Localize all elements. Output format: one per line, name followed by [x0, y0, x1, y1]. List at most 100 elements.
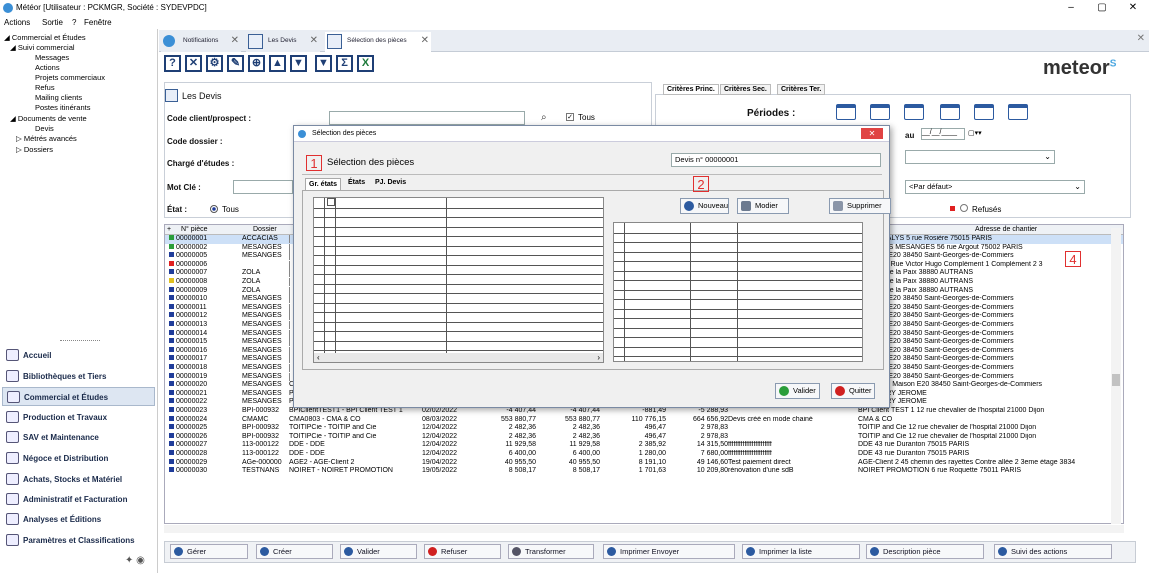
modifier-button[interactable]: Modier: [737, 198, 789, 214]
column-header-dossier[interactable]: Dossier: [253, 225, 277, 235]
tous-radio[interactable]: [210, 205, 218, 213]
date-to-input[interactable]: __/__/____: [921, 128, 965, 140]
down-icon[interactable]: ▼: [290, 55, 307, 72]
calendar-dropdown-icon[interactable]: ▢▾▾: [968, 129, 982, 137]
criteres-tab[interactable]: Critères Princ.: [663, 84, 719, 95]
table-row[interactable]: 00000027 113-000122 DDE - DDE 12/04/2022 11 …: [165, 441, 1123, 450]
dialog-tab-etats[interactable]: États: [348, 179, 365, 186]
tree-item[interactable]: ◢ Commercial et Études: [4, 33, 86, 42]
column-header-adresse[interactable]: Adresse de chantier: [975, 225, 1037, 235]
criteria-select[interactable]: ⌄: [905, 150, 1055, 164]
menu-sortie[interactable]: Sortie: [42, 18, 63, 27]
tree-item[interactable]: Actions: [35, 63, 60, 72]
table-row[interactable]: 00000028 113-000122 DDE - DDE 12/04/2022 6 4…: [165, 450, 1123, 459]
pin-icon[interactable]: ✦ ◉: [125, 555, 145, 566]
search-icon[interactable]: ⌕: [541, 112, 547, 123]
tab-close-icon[interactable]: ✕: [421, 32, 429, 50]
left-grid-hscroll[interactable]: ‹ ›: [314, 353, 603, 362]
tab-close-icon[interactable]: ✕: [310, 32, 318, 50]
nav-section-button[interactable]: Commercial et Études: [2, 387, 155, 406]
action-button[interactable]: Imprimer Envoyer: [603, 544, 735, 559]
left-grid-checkbox[interactable]: [327, 198, 335, 206]
mot-cle-input[interactable]: [233, 180, 293, 194]
period-calendar-icon[interactable]: [870, 104, 890, 120]
nav-section-button[interactable]: Négoce et Distribution: [2, 449, 155, 468]
tree-item[interactable]: ▷ Dossiers: [16, 145, 53, 154]
table-row[interactable]: 00000026 BPI-000932 TOITIPCie - TOITIP and…: [165, 432, 1123, 442]
table-row[interactable]: 00000024 CMAMC CMA0803 - CMA & CO 08/03/202…: [165, 415, 1123, 425]
dialog-tab-pj-devis[interactable]: PJ. Devis: [375, 179, 406, 186]
tree-item[interactable]: Devis: [35, 124, 54, 133]
delete-icon[interactable]: ✕: [185, 55, 202, 72]
left-states-grid[interactable]: ‹ ›: [313, 197, 604, 363]
tree-item[interactable]: ◢ Documents de vente: [10, 114, 87, 123]
par-defaut-select[interactable]: <Par défaut> ⌄: [905, 180, 1085, 194]
column-header-numero[interactable]: N° pièce: [181, 225, 208, 235]
action-button[interactable]: Imprimer la liste: [742, 544, 860, 559]
period-calendar-icon[interactable]: [904, 104, 924, 120]
nav-section-button[interactable]: Paramètres et Classifications: [2, 531, 155, 550]
grid-hscroll[interactable]: [164, 525, 1124, 533]
right-states-grid[interactable]: [613, 222, 863, 362]
nav-section-button[interactable]: Production et Travaux: [2, 408, 155, 427]
action-button[interactable]: Transformer: [508, 544, 594, 559]
tree-item[interactable]: Mailing clients: [35, 93, 82, 102]
minimize-button[interactable]: –: [1056, 0, 1086, 16]
grid-vscroll-thumb[interactable]: [1112, 374, 1120, 386]
menu-actions[interactable]: Actions: [4, 18, 30, 27]
valider-button[interactable]: Valider: [775, 383, 820, 399]
document-tab[interactable]: Notifications ✕: [161, 32, 241, 52]
action-button[interactable]: Créer: [256, 544, 333, 559]
action-button[interactable]: Refuser: [424, 544, 501, 559]
code-client-input[interactable]: [329, 111, 525, 125]
criteres-tab[interactable]: Critères Sec.: [720, 84, 771, 95]
add-icon[interactable]: ⊕: [248, 55, 265, 72]
tree-item[interactable]: Postes itinérants: [35, 103, 90, 112]
settings-icon[interactable]: ⚙: [206, 55, 223, 72]
help-icon[interactable]: ?: [164, 55, 181, 72]
action-button[interactable]: Gérer: [170, 544, 248, 559]
nav-section-button[interactable]: Administratif et Facturation: [2, 490, 155, 509]
table-row[interactable]: 00000030 TESTNANS NOIRET - NOIRET PROMOTIO…: [165, 467, 1123, 476]
document-tab[interactable]: Sélection des pièces ✕: [325, 32, 431, 52]
excel-icon[interactable]: X: [357, 55, 374, 72]
dialog-close-button[interactable]: ✕: [861, 128, 883, 139]
tree-item[interactable]: Projets commerciaux: [35, 73, 105, 82]
table-row[interactable]: 00000029 AGe-000000 AGE2 - AGE-Client 2 19/…: [165, 458, 1123, 468]
edit-icon[interactable]: ✎: [227, 55, 244, 72]
criteres-tab[interactable]: Critères Ter.: [777, 84, 826, 95]
action-button[interactable]: Valider: [340, 544, 417, 559]
period-calendar-icon[interactable]: [940, 104, 960, 120]
nav-splitter[interactable]: [60, 340, 100, 341]
period-calendar-icon[interactable]: [1008, 104, 1028, 120]
document-tab[interactable]: Les Devis ✕: [246, 32, 320, 52]
up-icon[interactable]: ▲: [269, 55, 286, 72]
nav-section-button[interactable]: Accueil: [2, 346, 155, 365]
grid-vscroll[interactable]: [1111, 228, 1121, 524]
menu-fenetre[interactable]: Fenêtre: [84, 18, 112, 27]
quitter-button[interactable]: Quitter: [831, 383, 875, 399]
nav-section-button[interactable]: Analyses et Éditions: [2, 510, 155, 529]
menu-help[interactable]: ?: [72, 18, 76, 27]
tous-checkbox[interactable]: ✓: [566, 113, 574, 121]
tree-item[interactable]: ◢ Suivi commercial: [10, 43, 75, 52]
table-row[interactable]: 00000025 BPI-000932 TOITIPCie - TOITIP and…: [165, 424, 1123, 433]
refuses-radio[interactable]: [960, 204, 968, 212]
nouveau-button[interactable]: Nouveau: [680, 198, 729, 214]
action-button[interactable]: Suivi des actions: [994, 544, 1112, 559]
close-button[interactable]: ✕: [1118, 0, 1148, 16]
filter-icon[interactable]: ▼: [315, 55, 332, 72]
tree-item[interactable]: ▷ Métrés avancés: [16, 134, 77, 143]
period-calendar-icon[interactable]: [836, 104, 856, 120]
tree-item[interactable]: Refus: [35, 83, 55, 92]
column-add-icon[interactable]: +: [167, 225, 171, 235]
maximize-button[interactable]: ▢: [1087, 0, 1117, 16]
table-row[interactable]: 00000023 BPI-000932 BPIClientTEST1 - BPI C…: [165, 407, 1123, 416]
close-all-icon[interactable]: ✕: [1137, 33, 1145, 44]
dialog-tab-gr-etats[interactable]: Gr. états: [305, 178, 342, 190]
tab-close-icon[interactable]: ✕: [231, 32, 239, 50]
nav-section-button[interactable]: Bibliothèques et Tiers: [2, 367, 155, 386]
sum-icon[interactable]: Σ: [336, 55, 353, 72]
nav-section-button[interactable]: Achats, Stocks et Matériel: [2, 470, 155, 489]
action-button[interactable]: Description pièce: [866, 544, 984, 559]
